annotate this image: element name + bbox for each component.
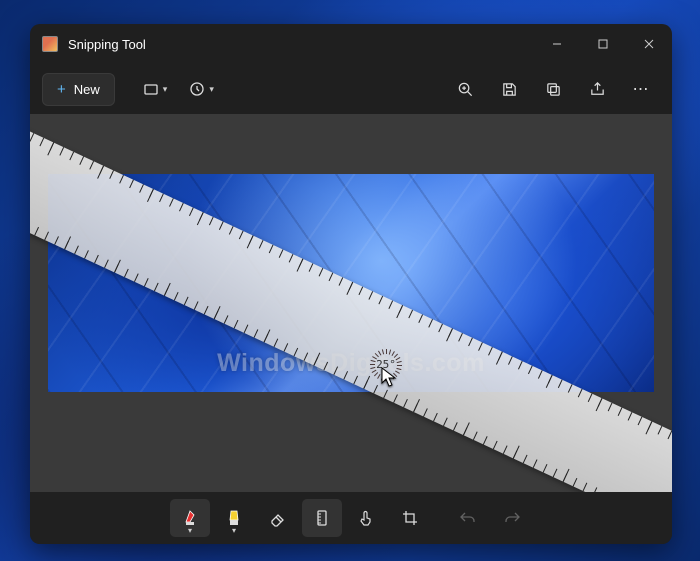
redo-icon [503, 509, 521, 527]
copy-button[interactable] [534, 71, 572, 107]
titlebar: Snipping Tool [30, 24, 672, 64]
chevron-down-icon: ▾ [209, 84, 214, 95]
ruler-icon [313, 509, 331, 527]
window-title: Snipping Tool [68, 37, 146, 52]
zoom-icon [457, 81, 474, 98]
new-label: New [74, 82, 100, 97]
top-toolbar: + New ▾ ▾ ⋯ [30, 64, 672, 114]
snipping-tool-window: Snipping Tool + New ▾ ▾ [30, 24, 672, 544]
pen-icon [181, 509, 199, 527]
copy-icon [545, 81, 562, 98]
more-icon: ⋯ [633, 79, 650, 99]
eraser-tool-button[interactable] [258, 499, 298, 537]
delay-dropdown[interactable]: ▾ [181, 75, 222, 103]
pen-tool-button[interactable]: ▾ [170, 499, 210, 537]
highlighter-tool-button[interactable]: ▾ [214, 499, 254, 537]
eraser-icon [269, 509, 287, 527]
crop-icon [401, 509, 419, 527]
undo-button[interactable] [448, 499, 488, 537]
ruler-tool-button[interactable] [302, 499, 342, 537]
chevron-down-icon: ▾ [188, 526, 192, 535]
rectangle-mode-icon [143, 81, 159, 97]
snip-mode-dropdown[interactable]: ▾ [135, 75, 176, 103]
clock-icon [189, 81, 205, 97]
canvas-area[interactable]: WindowsDigitals.com 25° [30, 114, 672, 492]
more-button[interactable]: ⋯ [622, 71, 660, 107]
maximize-button[interactable] [580, 24, 626, 64]
chevron-down-icon: ▾ [232, 526, 236, 535]
new-button[interactable]: + New [42, 73, 115, 106]
app-icon [42, 36, 58, 52]
share-button[interactable] [578, 71, 616, 107]
save-icon [501, 81, 518, 98]
undo-icon [459, 509, 477, 527]
touch-writing-button[interactable] [346, 499, 386, 537]
zoom-button[interactable] [446, 71, 484, 107]
plus-icon: + [57, 81, 66, 98]
share-icon [589, 81, 606, 98]
crop-tool-button[interactable] [390, 499, 430, 537]
touch-icon [357, 509, 375, 527]
minimize-button[interactable] [534, 24, 580, 64]
save-button[interactable] [490, 71, 528, 107]
highlighter-icon [225, 509, 243, 527]
close-button[interactable] [626, 24, 672, 64]
chevron-down-icon: ▾ [163, 84, 168, 95]
redo-button[interactable] [492, 499, 532, 537]
edit-toolbar: ▾ ▾ [30, 492, 672, 544]
